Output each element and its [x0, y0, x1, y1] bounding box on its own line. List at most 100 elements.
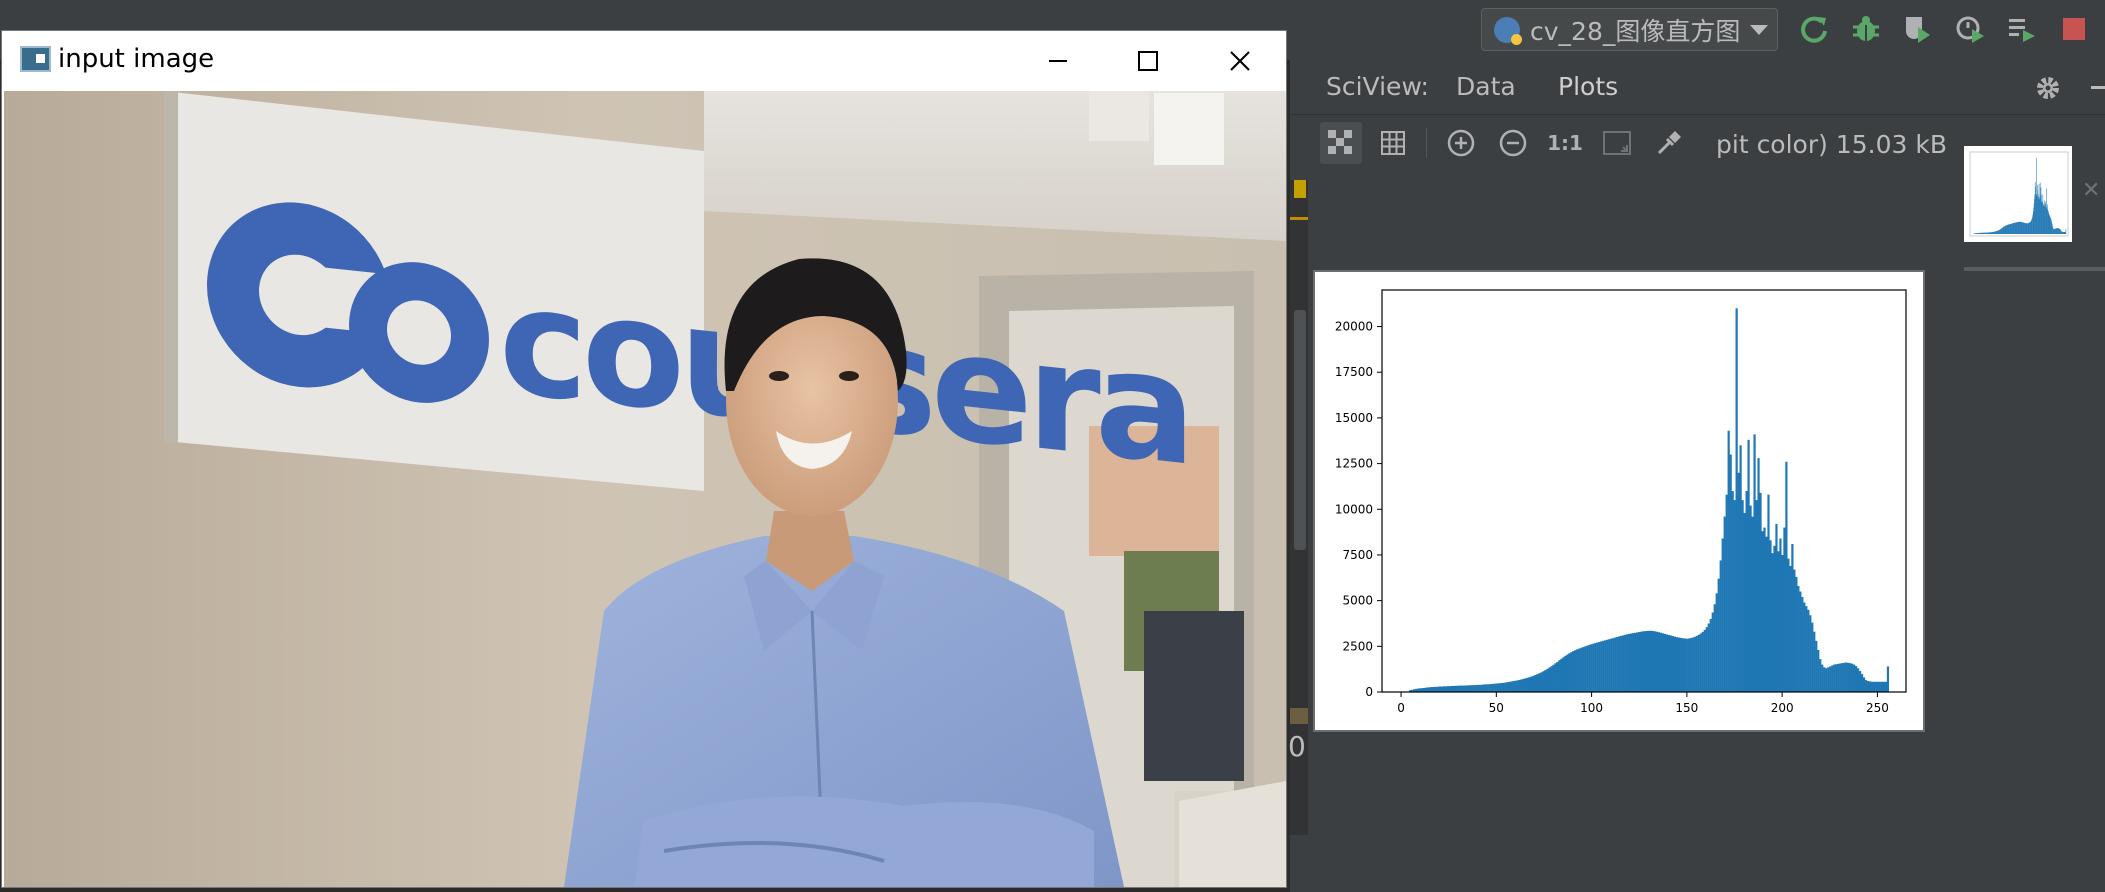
histogram-bar	[1743, 512, 1746, 692]
histogram-plot: 0 2500 5000 7500 10000 12500 15000 17500 20000 0…	[1313, 270, 1925, 732]
run-configuration-dropdown[interactable]: cv_28_图像直方图	[1481, 8, 1778, 51]
histogram-bar	[1472, 685, 1475, 692]
tab-data[interactable]: Data	[1456, 72, 1516, 101]
maximize-button[interactable]	[1102, 31, 1194, 91]
gutter-text: 0	[1288, 730, 1306, 763]
run-list-icon[interactable]	[2004, 11, 2040, 47]
actual-size-button[interactable]: 1:1	[1544, 122, 1586, 164]
histogram-bar	[1769, 540, 1772, 692]
histogram-bar	[1514, 680, 1517, 692]
grid-icon[interactable]	[1372, 122, 1414, 164]
histogram-bar	[1839, 663, 1842, 692]
gear-icon[interactable]	[2032, 72, 2064, 104]
histogram-bar	[1701, 631, 1704, 692]
histogram-bar	[1821, 664, 1824, 692]
chevron-down-icon	[1750, 24, 1769, 35]
histogram-bar	[1755, 500, 1758, 692]
histogram-bar	[1703, 629, 1706, 692]
histogram-bar	[1870, 681, 1874, 692]
histogram-bar	[1763, 527, 1766, 692]
histogram-bar	[1556, 661, 1559, 692]
stop-icon[interactable]	[2056, 11, 2092, 47]
histogram-bar	[1594, 643, 1597, 692]
window-titlebar[interactable]: input image	[2, 31, 1286, 91]
histogram-bar	[1835, 664, 1838, 692]
tab-plots[interactable]: Plots	[1558, 72, 1618, 101]
histogram-bar	[1659, 632, 1663, 692]
image-window-icon	[20, 46, 51, 72]
histogram-bar	[1827, 667, 1830, 692]
y-tick-label: 20000	[1335, 320, 1373, 334]
histogram-bar	[1697, 634, 1700, 692]
histogram-bar	[1430, 687, 1434, 692]
histogram-bar	[1618, 636, 1621, 692]
histogram-bar	[1723, 516, 1726, 692]
histogram-bar	[1546, 668, 1549, 692]
histogram-bar	[1709, 618, 1712, 692]
histogram-bar	[1805, 606, 1808, 692]
histogram-bar	[1452, 685, 1456, 692]
histogram-bar	[1868, 681, 1872, 692]
window-title: input image	[58, 44, 215, 74]
histogram-bar	[1721, 538, 1724, 692]
color-picker-icon[interactable]	[1648, 122, 1690, 164]
histogram-bar	[1880, 681, 1884, 692]
histogram-bar	[1526, 677, 1529, 692]
minimize-button[interactable]	[1012, 31, 1104, 91]
histogram-bar	[1600, 641, 1603, 692]
histogram-bar	[1610, 638, 1613, 692]
histogram-bar	[1440, 686, 1444, 692]
histogram-bar	[1739, 445, 1742, 692]
coverage-icon[interactable]	[1900, 11, 1936, 47]
histogram-bar	[1771, 553, 1774, 692]
close-thumbnail-icon[interactable]: ✕	[2082, 178, 2100, 203]
histogram-bar	[1753, 434, 1756, 692]
histogram-bar	[1528, 677, 1531, 692]
histogram-bar	[1872, 681, 1876, 692]
close-button[interactable]	[1194, 31, 1286, 91]
histogram-bar	[1426, 687, 1430, 692]
histogram-bar	[1624, 634, 1627, 692]
histogram-bar	[1558, 660, 1561, 692]
histogram-bar	[1568, 653, 1571, 692]
histogram-bar	[1711, 612, 1714, 692]
histogram-bar	[1717, 578, 1720, 692]
histogram-bar	[1538, 673, 1541, 692]
scrollbar[interactable]	[1294, 310, 1306, 550]
histogram-bar	[1422, 687, 1426, 692]
zoom-in-icon[interactable]	[1440, 122, 1482, 164]
fit-to-window-icon[interactable]	[1596, 122, 1638, 164]
histogram-bar	[1884, 681, 1888, 692]
histogram-bar	[1727, 430, 1730, 692]
histogram-bar	[1655, 631, 1659, 692]
x-tick-label: 200	[1771, 701, 1794, 715]
y-tick-label: 5000	[1342, 594, 1373, 608]
image-window[interactable]: input image	[1, 30, 1287, 888]
histogram-bar	[1735, 308, 1738, 692]
histogram-bar	[1689, 638, 1692, 692]
histogram-bar	[1747, 439, 1750, 692]
histogram-bar	[1500, 683, 1503, 692]
histogram-bar	[1685, 638, 1688, 692]
panel-left-gutter: 0	[1288, 180, 1308, 835]
histogram-bar	[1793, 569, 1796, 692]
zoom-out-icon[interactable]	[1492, 122, 1534, 164]
histogram-bar	[1665, 634, 1669, 692]
histogram-bar	[1767, 494, 1770, 692]
plot-thumbnail[interactable]	[1964, 146, 2072, 242]
histogram-bar	[1878, 681, 1882, 692]
histogram-bar	[1566, 654, 1569, 692]
histogram-bar	[1765, 536, 1768, 692]
transparency-grid-icon[interactable]	[1320, 122, 1362, 164]
profile-icon[interactable]	[1952, 11, 1988, 47]
sciview-title: SciView:	[1326, 72, 1429, 101]
histogram-bar	[1733, 500, 1736, 692]
histogram-bar	[1691, 637, 1694, 692]
histogram-bar	[1460, 685, 1463, 692]
minimize-panel-icon[interactable]	[2091, 86, 2105, 89]
debug-bug-icon[interactable]	[1848, 11, 1884, 47]
histogram-bar	[1651, 630, 1655, 692]
histogram-bar	[1492, 683, 1495, 692]
rerun-icon[interactable]	[1796, 11, 1832, 47]
histogram-bar	[1542, 671, 1545, 692]
